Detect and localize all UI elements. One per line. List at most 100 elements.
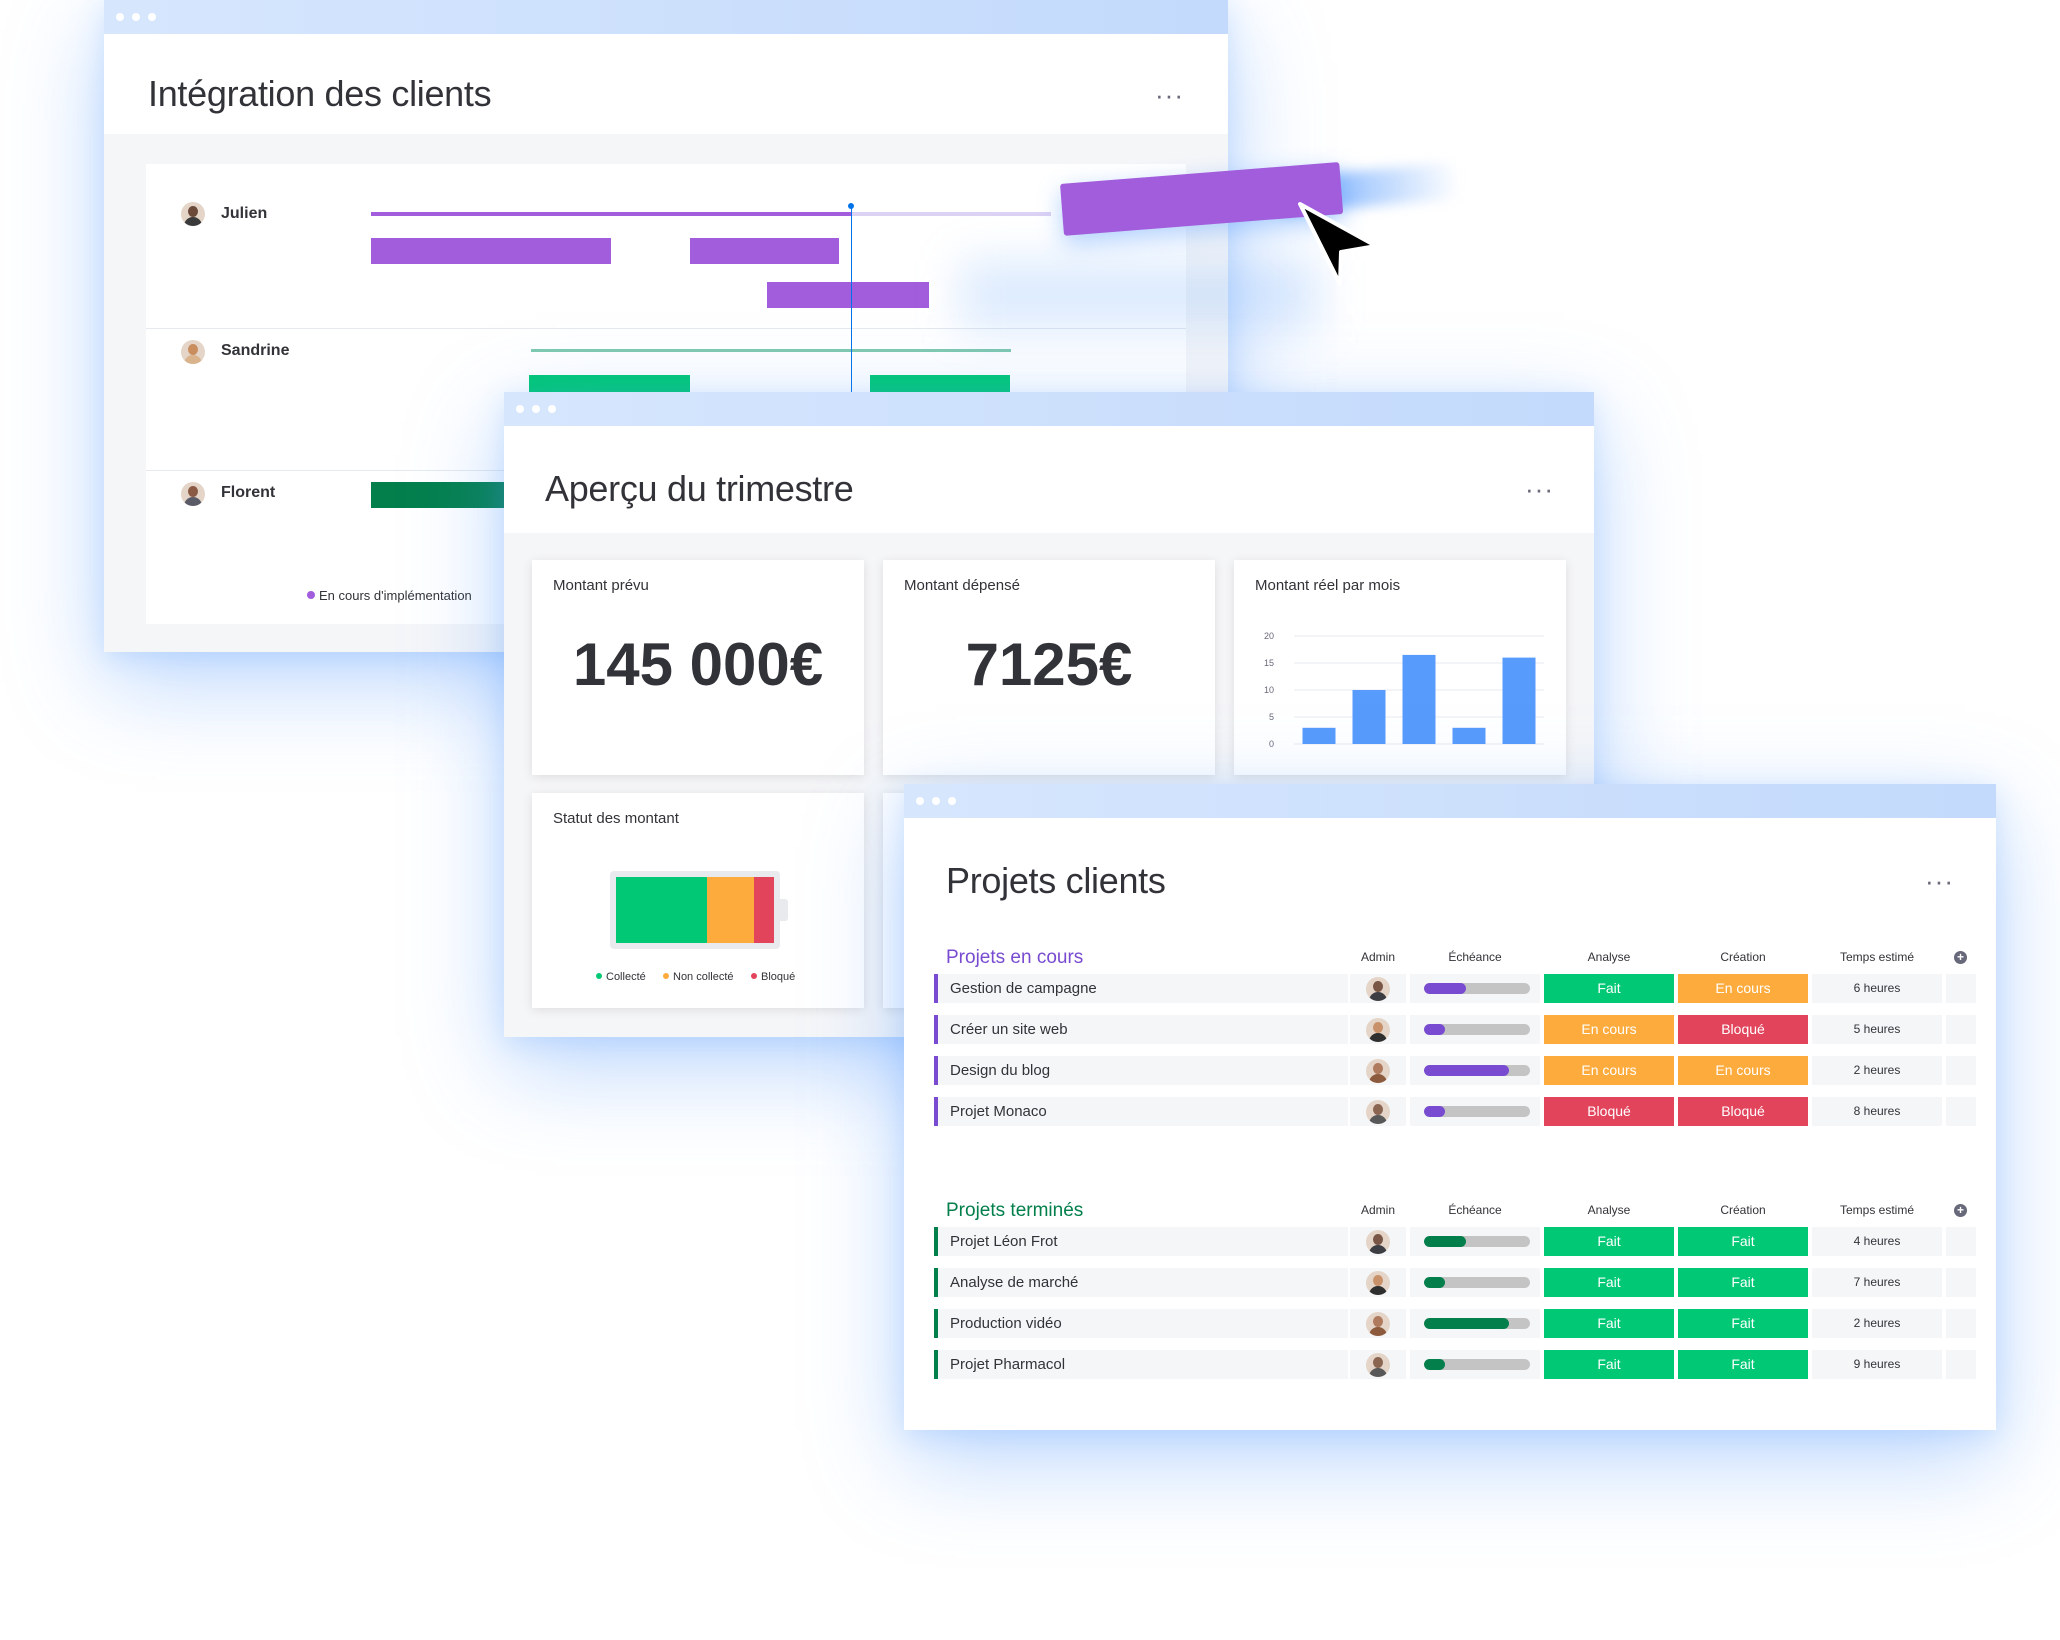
group-title[interactable]: Projets en cours bbox=[946, 947, 1083, 969]
analyse-status[interactable]: Fait bbox=[1544, 1227, 1674, 1256]
creation-status[interactable]: En cours bbox=[1678, 974, 1808, 1003]
amount-status-card[interactable]: Statut des montant Collecté Non collecté… bbox=[532, 793, 864, 1008]
column-header[interactable]: Création bbox=[1678, 1203, 1808, 1217]
estimated-time[interactable]: 2 heures bbox=[1812, 1309, 1942, 1338]
table-row[interactable]: Production vidéo Fait Fait 2 heures bbox=[934, 1309, 1976, 1338]
creation-status[interactable]: En cours bbox=[1678, 1056, 1808, 1085]
gantt-task-bar[interactable] bbox=[767, 282, 929, 308]
spent-amount-label: Montant dépensé bbox=[904, 577, 1020, 594]
column-header[interactable]: Échéance bbox=[1410, 1203, 1540, 1217]
admin-cell[interactable] bbox=[1350, 1268, 1406, 1297]
item-name: Production vidéo bbox=[950, 1315, 1062, 1332]
analyse-status[interactable]: En cours bbox=[1544, 1015, 1674, 1044]
deadline-cell[interactable] bbox=[1410, 1309, 1540, 1338]
add-column-icon[interactable]: + bbox=[1954, 1204, 1967, 1217]
column-header[interactable]: Admin bbox=[1350, 1203, 1406, 1217]
column-header[interactable]: Temps estimé bbox=[1812, 1203, 1942, 1217]
item-name-cell[interactable]: Production vidéo bbox=[934, 1309, 1348, 1338]
item-name-cell[interactable]: Projet Léon Frot bbox=[934, 1227, 1348, 1256]
creation-status[interactable]: Fait bbox=[1678, 1268, 1808, 1297]
admin-cell[interactable] bbox=[1350, 1097, 1406, 1126]
admin-cell[interactable] bbox=[1350, 1309, 1406, 1338]
admin-cell[interactable] bbox=[1350, 1350, 1406, 1379]
gantt-task-bar[interactable] bbox=[690, 238, 839, 264]
table-row[interactable]: Analyse de marché Fait Fait 7 heures bbox=[934, 1268, 1976, 1297]
monthly-amount-card[interactable]: Montant réel par mois 20 15 10 5 0 bbox=[1234, 560, 1566, 775]
battery-legend-not-collected: Non collecté bbox=[663, 971, 734, 983]
deadline-cell[interactable] bbox=[1410, 1097, 1540, 1126]
estimated-time[interactable]: 9 heures bbox=[1812, 1350, 1942, 1379]
analyse-status[interactable]: Fait bbox=[1544, 1309, 1674, 1338]
column-header[interactable]: Analyse bbox=[1544, 1203, 1674, 1217]
column-header[interactable]: Analyse bbox=[1544, 950, 1674, 964]
y-tick-label: 0 bbox=[1269, 739, 1274, 749]
chart-bar[interactable] bbox=[1302, 727, 1336, 744]
column-header[interactable]: Échéance bbox=[1410, 950, 1540, 964]
creation-status[interactable]: Bloqué bbox=[1678, 1097, 1808, 1126]
legend-dot-icon bbox=[307, 591, 315, 599]
analyse-status[interactable]: En cours bbox=[1544, 1056, 1674, 1085]
item-name-cell[interactable]: Projet Pharmacol bbox=[934, 1350, 1348, 1379]
quarter-more-icon[interactable]: ··· bbox=[1525, 474, 1554, 505]
item-name-cell[interactable]: Créer un site web bbox=[934, 1015, 1348, 1044]
integration-more-icon[interactable]: ··· bbox=[1155, 80, 1184, 111]
battery-segment bbox=[616, 877, 707, 943]
group-title[interactable]: Projets terminés bbox=[946, 1200, 1083, 1222]
item-name: Analyse de marché bbox=[950, 1274, 1079, 1291]
item-name: Gestion de campagne bbox=[950, 980, 1097, 997]
column-header[interactable]: Temps estimé bbox=[1812, 950, 1942, 964]
estimated-time[interactable]: 2 heures bbox=[1812, 1056, 1942, 1085]
admin-cell[interactable] bbox=[1350, 1056, 1406, 1085]
deadline-cell[interactable] bbox=[1410, 1227, 1540, 1256]
planned-amount-card[interactable]: Montant prévu 145 000€ bbox=[532, 560, 864, 775]
chart-bar[interactable] bbox=[1402, 654, 1436, 744]
item-name-cell[interactable]: Projet Monaco bbox=[934, 1097, 1348, 1126]
table-row[interactable]: Projet Pharmacol Fait Fait 9 heures bbox=[934, 1350, 1976, 1379]
analyse-status[interactable]: Fait bbox=[1544, 1350, 1674, 1379]
table-row[interactable]: Créer un site web En cours Bloqué 5 heures bbox=[934, 1015, 1976, 1044]
person-name-sandrine: Sandrine bbox=[221, 342, 290, 359]
item-name: Projet Pharmacol bbox=[950, 1356, 1066, 1373]
drag-glow bbox=[960, 260, 1320, 330]
deadline-cell[interactable] bbox=[1410, 1350, 1540, 1379]
analyse-status[interactable]: Fait bbox=[1544, 1268, 1674, 1297]
spent-amount-card[interactable]: Montant dépensé 7125€ bbox=[883, 560, 1215, 775]
table-row[interactable]: Projet Léon Frot Fait Fait 4 heures bbox=[934, 1227, 1976, 1256]
estimated-time[interactable]: 4 heures bbox=[1812, 1227, 1942, 1256]
chart-bar[interactable] bbox=[1502, 657, 1536, 744]
quarter-title: Aperçu du trimestre bbox=[545, 468, 854, 509]
table-row[interactable]: Projet Monaco Bloqué Bloqué 8 heures bbox=[934, 1097, 1976, 1126]
window-dot bbox=[116, 13, 124, 21]
column-header[interactable]: Création bbox=[1678, 950, 1808, 964]
deadline-cell[interactable] bbox=[1410, 1015, 1540, 1044]
table-row[interactable]: Design du blog En cours En cours 2 heures bbox=[934, 1056, 1976, 1085]
estimated-time[interactable]: 8 heures bbox=[1812, 1097, 1942, 1126]
estimated-time[interactable]: 5 heures bbox=[1812, 1015, 1942, 1044]
creation-status[interactable]: Fait bbox=[1678, 1227, 1808, 1256]
avatar-florent bbox=[181, 482, 205, 506]
item-name-cell[interactable]: Gestion de campagne bbox=[934, 974, 1348, 1003]
analyse-status[interactable]: Bloqué bbox=[1544, 1097, 1674, 1126]
estimated-time[interactable]: 6 heures bbox=[1812, 974, 1942, 1003]
item-name-cell[interactable]: Analyse de marché bbox=[934, 1268, 1348, 1297]
chart-bar[interactable] bbox=[1452, 727, 1486, 744]
table-row[interactable]: Gestion de campagne Fait En cours 6 heures bbox=[934, 974, 1976, 1003]
admin-cell[interactable] bbox=[1350, 974, 1406, 1003]
analyse-status[interactable]: Fait bbox=[1544, 974, 1674, 1003]
creation-status[interactable]: Fait bbox=[1678, 1309, 1808, 1338]
deadline-cell[interactable] bbox=[1410, 974, 1540, 1003]
gantt-task-bar[interactable] bbox=[371, 482, 511, 508]
creation-status[interactable]: Fait bbox=[1678, 1350, 1808, 1379]
column-header[interactable]: Admin bbox=[1350, 950, 1406, 964]
add-column-icon[interactable]: + bbox=[1954, 951, 1967, 964]
admin-cell[interactable] bbox=[1350, 1015, 1406, 1044]
estimated-time[interactable]: 7 heures bbox=[1812, 1268, 1942, 1297]
deadline-cell[interactable] bbox=[1410, 1056, 1540, 1085]
chart-bar[interactable] bbox=[1352, 690, 1386, 744]
creation-status[interactable]: Bloqué bbox=[1678, 1015, 1808, 1044]
item-name-cell[interactable]: Design du blog bbox=[934, 1056, 1348, 1085]
gantt-task-bar[interactable] bbox=[371, 238, 611, 264]
deadline-timeline-bar bbox=[1424, 1277, 1530, 1288]
admin-cell[interactable] bbox=[1350, 1227, 1406, 1256]
deadline-cell[interactable] bbox=[1410, 1268, 1540, 1297]
